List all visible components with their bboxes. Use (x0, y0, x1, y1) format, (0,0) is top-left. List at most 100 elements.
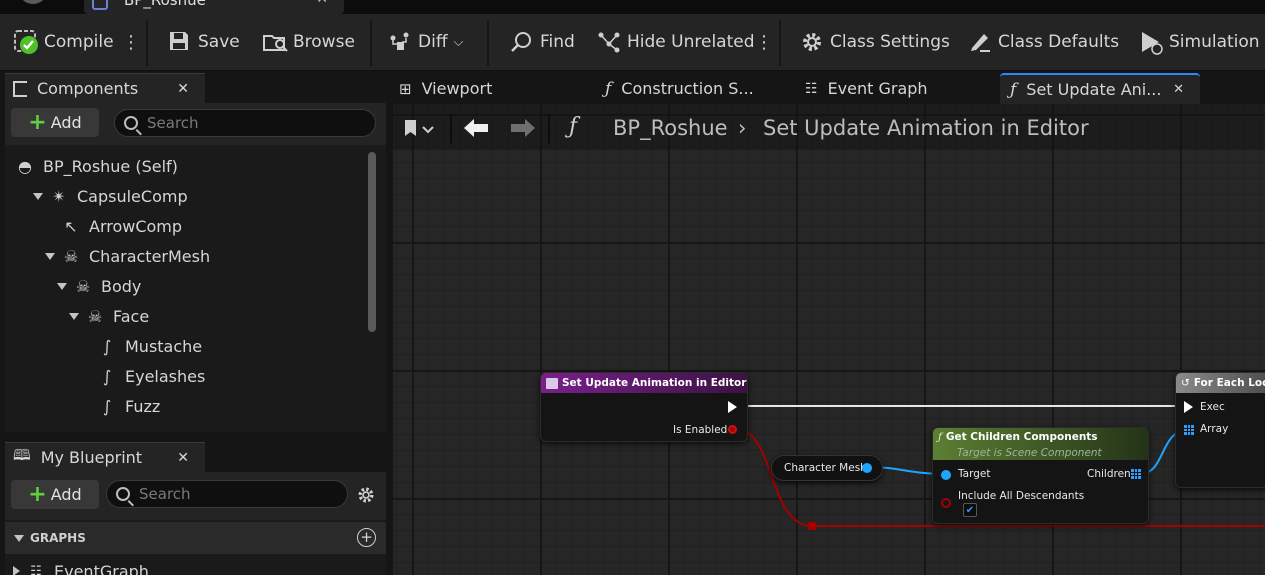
my-blueprint-title: My Blueprint (40, 448, 143, 467)
components-search[interactable] (114, 109, 376, 137)
expand-arrow-icon[interactable] (13, 566, 20, 575)
tree-item-label: ArrowComp (89, 216, 183, 236)
tree-item-mustache[interactable]: ∫ Mustache (5, 331, 202, 361)
graphs-section-header[interactable]: GRAPHS + (5, 522, 386, 554)
my-blueprint-search-input[interactable] (139, 484, 331, 504)
hide-unrelated-button[interactable]: Hide Unrelated (597, 26, 755, 58)
my-blueprint-tab[interactable]: 🕮 My Blueprint ✕ (5, 442, 205, 472)
close-icon[interactable]: ✕ (316, 0, 328, 7)
document-tab[interactable]: BP_Roshue ✕ (84, 0, 344, 14)
skeleton-icon: ☠ (63, 246, 79, 266)
close-icon[interactable]: ✕ (177, 81, 189, 97)
simulation-icon (1139, 30, 1163, 55)
components-panel-icon (13, 80, 27, 97)
forward-arrow-icon[interactable] (510, 117, 536, 143)
back-arrow-icon[interactable] (463, 117, 489, 143)
expand-arrow-icon[interactable] (57, 282, 67, 290)
toolbar-separator (370, 20, 372, 66)
tab-label: Event Graph (827, 79, 928, 98)
browse-label: Browse (293, 32, 355, 52)
search-icon (124, 116, 138, 130)
tree-item-charactermesh[interactable]: ☠ CharacterMesh (5, 241, 210, 271)
add-blueprint-label: Add (50, 485, 82, 504)
breadcrumb-separator (548, 114, 550, 144)
add-blueprint-item-button[interactable]: + Add (11, 480, 99, 509)
function-entry-node[interactable]: Set Update Animation in Editor Is Enable… (540, 372, 748, 442)
toolbar-separator (146, 20, 148, 66)
compile-button[interactable]: Compile (14, 26, 114, 58)
tree-item-self[interactable]: ◓ BP_Roshue (Self) (5, 151, 178, 181)
class-settings-button[interactable]: Class Settings (800, 26, 950, 58)
for-each-loop-node[interactable]: ↺ For Each Loop Exec Array (1175, 372, 1265, 488)
add-component-label: Add (50, 113, 82, 132)
unreal-logo-icon[interactable] (18, 0, 48, 4)
hide-unrelated-options-icon[interactable]: ⋮ (755, 26, 773, 58)
exec-out-pin[interactable] (728, 401, 737, 413)
children-label: Children (1087, 468, 1131, 480)
target-pin[interactable] (941, 470, 951, 480)
tree-item-face[interactable]: ☠ Face (5, 301, 149, 331)
get-children-components-node[interactable]: ƒ Get Children Components Target is Scen… (932, 427, 1149, 524)
tree-item-capsulecomp[interactable]: ✴ CapsuleComp (5, 181, 188, 211)
components-scrollbar[interactable] (368, 152, 376, 332)
expand-arrow-icon[interactable] (33, 192, 43, 200)
close-icon[interactable]: ✕ (1173, 82, 1184, 97)
groom-icon: ∫ (102, 336, 112, 356)
include-descendants-pin[interactable] (941, 498, 951, 508)
array-in-pin[interactable] (1184, 425, 1194, 435)
tab-construction-script[interactable]: ƒ Construction S... (605, 73, 754, 104)
function-icon: ƒ (938, 431, 942, 443)
tab-viewport[interactable]: ⊞ Viewport (399, 73, 492, 104)
gear-icon[interactable] (356, 485, 376, 505)
add-graph-icon[interactable]: + (357, 528, 376, 547)
tree-item-label: BP_Roshue (Self) (43, 156, 178, 176)
include-descendants-checkbox[interactable]: ✔ (963, 503, 977, 517)
document-title: BP_Roshue (124, 0, 206, 9)
tree-item-body[interactable]: ☠ Body (5, 271, 141, 301)
compile-options-icon[interactable]: ⋮ (122, 26, 140, 58)
expand-arrow-icon[interactable] (45, 252, 55, 260)
tree-item-label: Body (101, 276, 142, 296)
character-mesh-variable-node[interactable]: Character Mesh (771, 455, 883, 481)
event-graph-icon: ☷ (805, 80, 818, 97)
expand-arrow-icon[interactable] (69, 312, 79, 320)
simulation-button[interactable]: Simulation (1139, 26, 1260, 58)
tree-item-arrowcomp[interactable]: ↖ ArrowComp (5, 211, 182, 241)
save-button[interactable]: Save (168, 26, 240, 58)
character-mesh-out-pin[interactable] (862, 463, 872, 473)
diff-button[interactable]: Diff ⌵ (388, 26, 463, 58)
class-defaults-label: Class Defaults (998, 32, 1120, 52)
toolbar: Compile ⋮ Save Browse Diff ⌵ Find Hide U… (0, 14, 1265, 71)
graph-item-label: EventGraph (54, 561, 149, 575)
blueprint-icon (92, 0, 108, 10)
graph-item-eventgraph[interactable]: ☷ EventGraph (5, 556, 149, 575)
children-array-pin[interactable] (1131, 469, 1141, 479)
compile-label: Compile (44, 32, 114, 52)
tree-item-label: Mustache (125, 336, 203, 356)
class-defaults-button[interactable]: Class Defaults (968, 26, 1119, 58)
browse-icon (263, 30, 288, 54)
loop-icon: ↺ (1181, 377, 1190, 389)
breadcrumb-root[interactable]: BP_Roshue (613, 116, 728, 140)
add-component-button[interactable]: + Add (11, 108, 99, 137)
tree-item-eyelashes[interactable]: ∫ Eyelashes (5, 361, 206, 391)
tree-item-fuzz[interactable]: ∫ Fuzz (5, 391, 160, 421)
bookmark-icon[interactable] (403, 118, 434, 140)
plus-icon: + (28, 481, 47, 507)
components-tab[interactable]: Components ✕ (5, 73, 205, 103)
tab-event-graph[interactable]: ☷ Event Graph (805, 73, 928, 104)
node-header: ↺ For Each Loop (1176, 373, 1265, 393)
tab-label: Viewport (421, 79, 493, 98)
my-blueprint-search[interactable] (106, 480, 348, 508)
browse-button[interactable]: Browse (263, 26, 355, 58)
close-icon[interactable]: ✕ (177, 450, 189, 466)
tab-set-update-animation[interactable]: ƒ Set Update Ani... ✕ (1000, 73, 1200, 104)
blueprint-self-icon: ◓ (18, 156, 32, 176)
tab-label: Construction S... (621, 79, 754, 98)
exec-in-pin[interactable] (1184, 401, 1193, 413)
is-enabled-pin[interactable] (728, 425, 737, 434)
components-search-input[interactable] (147, 113, 355, 133)
collapse-arrow-icon[interactable] (14, 534, 24, 542)
groom-icon: ∫ (102, 396, 112, 416)
find-button[interactable]: Find (510, 26, 575, 58)
